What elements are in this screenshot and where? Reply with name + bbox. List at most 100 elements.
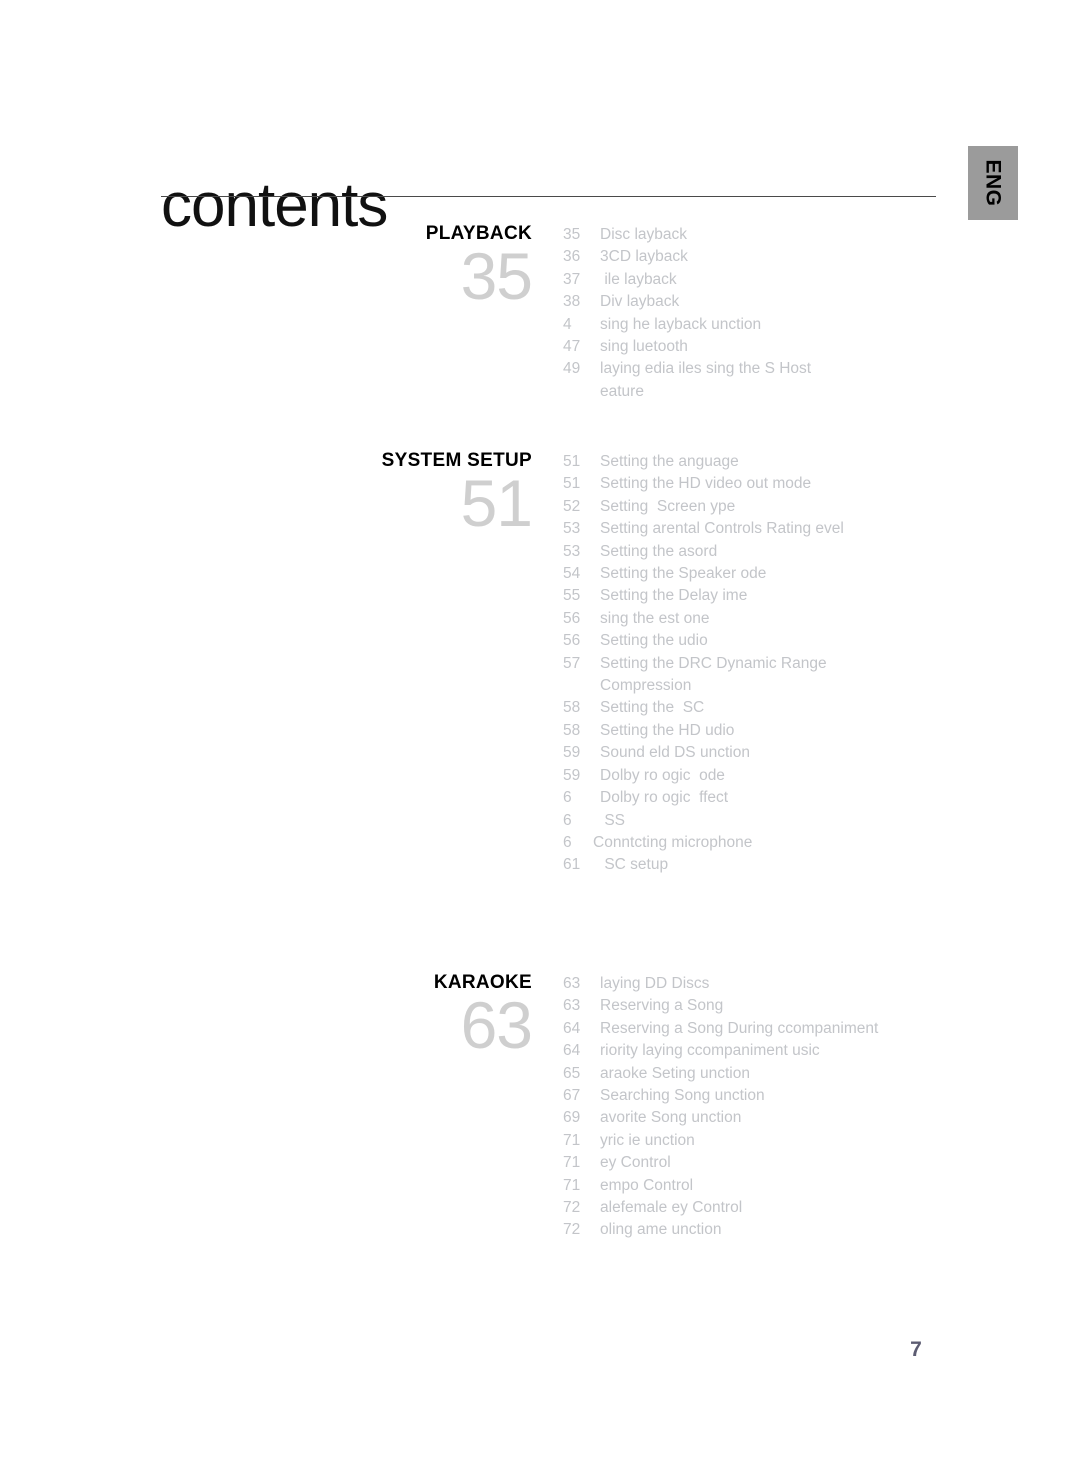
toc-entry-title: Disc layback <box>600 226 687 243</box>
toc-entry[interactable]: 54 Setting the Speaker ode <box>563 563 983 585</box>
toc-entry[interactable]: 61 SC setup <box>563 854 983 876</box>
toc-entry-page-number: 59 <box>563 744 581 762</box>
toc-entry-page-number: 58 <box>563 721 581 739</box>
toc-entry-page-number: 36 <box>563 248 581 266</box>
toc-entry-title: Setting the SC <box>600 699 705 717</box>
toc-entry-title: Reserving a Song During ccompaniment <box>600 1019 879 1037</box>
toc-entry-page-number: 6 <box>563 833 572 851</box>
toc-entry-title: Setting the asord <box>600 542 718 560</box>
toc-entry-page-number: 37 <box>563 270 581 288</box>
toc-entry-page-number: 63 <box>563 997 581 1015</box>
toc-entry[interactable]: 6 Dolby ro ogic ffect <box>563 787 983 809</box>
toc-section-header: SYSTEM SETUP 51 <box>332 451 533 540</box>
toc-entry-title: alefemale ey Control <box>600 1199 743 1217</box>
toc-entry[interactable]: 51 Setting the anguage <box>563 451 983 473</box>
toc-entry[interactable]: 49 laying edia iles sing the S Host eatur… <box>563 358 983 403</box>
toc-entry[interactable]: 4 sing he layback unction <box>563 314 983 336</box>
toc-entry[interactable]: 63 Reserving a Song <box>563 995 983 1017</box>
toc-entry[interactable]: 38 Div layback <box>563 291 983 313</box>
toc-entry-page-number: 59 <box>563 766 581 784</box>
language-tab: ENG <box>968 146 1018 220</box>
toc-entry[interactable]: 64 riority laying ccompaniment usic <box>563 1040 983 1062</box>
toc-entry[interactable]: 56 sing the est one <box>563 608 983 630</box>
toc-entry-page-number: 49 <box>563 360 581 378</box>
toc-entry[interactable]: 58 Setting the HD udio <box>563 720 983 742</box>
toc-entry[interactable]: 36 3CD layback <box>563 246 983 268</box>
toc-entry-page-number: 56 <box>563 609 581 627</box>
toc-entry-title: avorite Song unction <box>600 1109 742 1127</box>
toc-entry[interactable]: 47 sing luetooth <box>563 336 983 358</box>
toc-entry-title: Dolby ro ogic ode <box>600 766 725 784</box>
footer-page-number: 7 <box>910 1338 922 1361</box>
toc-entry-title: Setting Screen ype <box>600 497 736 515</box>
toc-section-number: 63 <box>460 987 533 1062</box>
toc-entry-title: SC setup <box>600 856 669 874</box>
toc-entry-title: Setting the HD udio <box>600 721 735 739</box>
toc-entry[interactable]: 56 Setting the udio <box>563 630 983 652</box>
toc-entry[interactable]: 72 alefemale ey Control <box>563 1197 983 1219</box>
toc-entry-page-number: 52 <box>563 497 581 515</box>
toc-entry-title: Setting the HD video out mode <box>600 475 812 493</box>
toc-entry-title: ey Control <box>600 1154 671 1172</box>
toc-entry-page-number: 54 <box>563 565 581 583</box>
toc-entry-title: Searching Song unction <box>600 1087 765 1105</box>
toc-entry-page-number: 57 <box>563 654 581 672</box>
toc-entry-page-number: 4 <box>563 315 572 333</box>
toc-entry-page-number: 63 <box>563 975 581 992</box>
toc-entry-title: SS <box>600 811 625 829</box>
toc-entry[interactable]: 59 Dolby ro ogic ode <box>563 765 983 787</box>
toc-entry-title: laying DD Discs <box>600 975 710 992</box>
toc-entry-page-number: 71 <box>563 1154 581 1172</box>
toc-entry-page-number: 6 <box>563 811 572 829</box>
toc-entry[interactable]: 6 SS <box>563 810 983 832</box>
toc-entry-title: oling ame unction <box>600 1221 722 1239</box>
toc-entry-title: Setting the anguage <box>600 453 739 470</box>
toc-entry-title: sing he layback unction <box>600 315 762 333</box>
toc-entry[interactable]: 71 empo Control <box>563 1175 983 1197</box>
toc-entry[interactable]: 65 araoke Seting unction <box>563 1063 983 1085</box>
toc-entry-title: Setting the udio <box>600 632 708 650</box>
toc-entry-title: riority laying ccompaniment usic <box>600 1042 820 1060</box>
toc-entry-page-number: 71 <box>563 1131 581 1149</box>
toc-entry[interactable]: 53 Setting the asord <box>563 541 983 563</box>
toc-entry[interactable]: 57 Setting the DRC Dynamic Range Compress… <box>563 653 983 698</box>
toc-entry[interactable]: 72 oling ame unction <box>563 1219 983 1241</box>
toc-entry-title: Setting arental Controls Rating evel <box>600 520 844 538</box>
toc-entry-title: 3CD layback <box>600 248 688 266</box>
toc-entry-title: Setting the Speaker ode <box>600 565 767 583</box>
toc-entry-title: yric ie unction <box>600 1131 695 1149</box>
toc-entry[interactable]: 58 Setting the SC <box>563 697 983 719</box>
toc-entry-title: araoke Seting unction <box>600 1064 750 1082</box>
toc-entry[interactable]: 37 ile layback <box>563 269 983 291</box>
document-page: contents ENG PLAYBACK 35 35 Disc layback 36 3… <box>0 0 1080 1475</box>
toc-entry-title: Conntcting microphone <box>593 833 753 851</box>
toc-entry[interactable]: 69 avorite Song unction <box>563 1107 983 1129</box>
title-divider <box>161 196 936 197</box>
toc-entry-page-number: 53 <box>563 520 581 538</box>
toc-entry[interactable]: 52 Setting Screen ype <box>563 496 983 518</box>
toc-entry[interactable]: 55 Setting the Delay ime <box>563 585 983 607</box>
toc-section-number: 51 <box>460 465 533 540</box>
toc-entry[interactable]: 35 Disc layback <box>563 224 983 246</box>
toc-entry[interactable]: 71 yric ie unction <box>563 1130 983 1152</box>
toc-entry[interactable]: 63 laying DD Discs <box>563 973 983 995</box>
toc-entry-title: Setting the DRC Dynamic Range Compressio… <box>600 654 827 695</box>
toc-entry-page-number: 72 <box>563 1221 581 1239</box>
toc-entry-page-number: 51 <box>563 453 581 470</box>
toc-entry[interactable]: 53 Setting arental Controls Rating evel <box>563 518 983 540</box>
toc-entry[interactable]: 6 Conntcting microphone <box>563 832 983 854</box>
toc-entry-page-number: 65 <box>563 1064 581 1082</box>
toc-entry-list: 51 Setting the anguage 51 Setting the HD vi… <box>563 451 983 877</box>
toc-entry[interactable]: 59 Sound eld DS unction <box>563 742 983 764</box>
toc-entry-page-number: 64 <box>563 1042 581 1060</box>
toc-entry[interactable]: 71 ey Control <box>563 1152 983 1174</box>
toc-entry-page-number: 69 <box>563 1109 581 1127</box>
toc-entry-title: Dolby ro ogic ffect <box>600 789 729 807</box>
toc-entry[interactable]: 51 Setting the HD video out mode <box>563 473 983 495</box>
toc-entry-title: Div layback <box>600 293 680 311</box>
toc-entry[interactable]: 67 Searching Song unction <box>563 1085 983 1107</box>
toc-entry-list: 63 laying DD Discs 63 Reserving a Song 64 Res… <box>563 973 983 1242</box>
toc-entry-page-number: 72 <box>563 1199 581 1217</box>
toc-section-number: 35 <box>460 238 533 313</box>
toc-entry[interactable]: 64 Reserving a Song During ccompaniment <box>563 1018 983 1040</box>
